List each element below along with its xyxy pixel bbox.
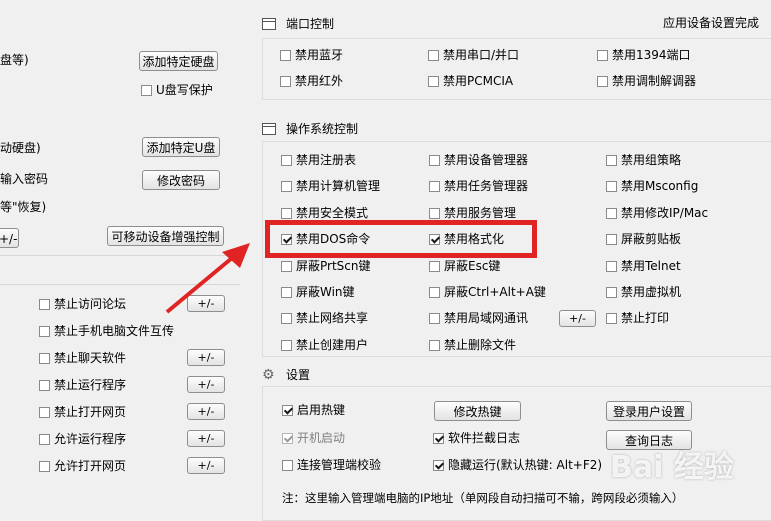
red-arrow-icon	[165, 243, 250, 314]
